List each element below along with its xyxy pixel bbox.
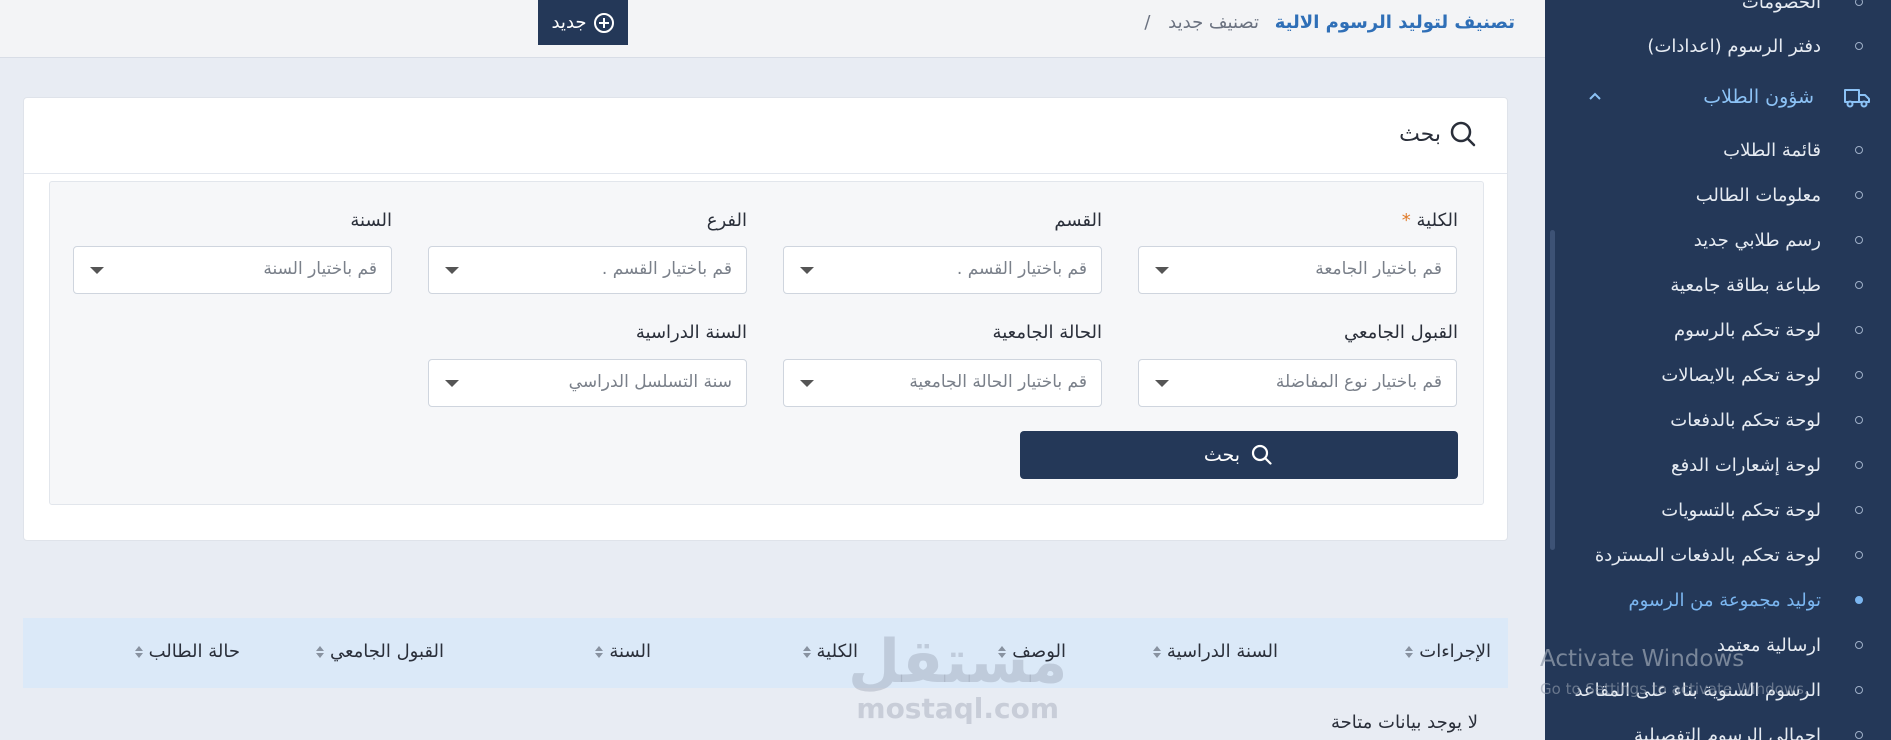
breadcrumb: تصنيف لتوليد الرسوم الالية تصنيف جديد / <box>1144 12 1515 33</box>
sort-icon <box>315 645 324 658</box>
top-bar: تصنيف لتوليد الرسوم الالية تصنيف جديد / … <box>0 0 1545 58</box>
sort-icon <box>802 645 811 658</box>
admission-select[interactable]: قم باختيار نوع المفاضلة <box>1138 359 1457 407</box>
sidebar-item-fees-dashboard[interactable]: لوحة تحكم بالرسوم <box>1545 310 1891 350</box>
search-button[interactable]: بحث <box>1020 431 1458 479</box>
chevron-down-icon <box>1155 380 1169 387</box>
table-header: الإجراءات السنة الدراسية الوصف الكلية ال… <box>23 618 1508 688</box>
sidebar-item-refunds[interactable]: لوحة تحكم بالدفعات المستردة <box>1545 535 1891 575</box>
chevron-down-icon <box>445 380 459 387</box>
sidebar-item-fees-book[interactable]: دفتر الرسوم (اعدادات) <box>1545 26 1891 66</box>
branch-select[interactable]: قم باختيار القسم . <box>428 246 747 294</box>
sidebar: الخصومات دفتر الرسوم (اعدادات) شؤون الطل… <box>1545 0 1891 740</box>
search-button-label: بحث <box>1203 444 1241 466</box>
chevron-down-icon <box>445 267 459 274</box>
sidebar-item-new-fee[interactable]: رسم طلابي جديد <box>1545 220 1891 260</box>
activate-windows-title: Activate Windows <box>1540 646 1745 672</box>
label-branch: الفرع <box>706 210 747 231</box>
chevron-down-icon <box>1155 267 1169 274</box>
breadcrumb-separator: / <box>1144 12 1151 33</box>
sort-icon <box>1152 645 1161 658</box>
sidebar-item-receipts-dashboard[interactable]: لوحة تحكم بالايصالات <box>1545 355 1891 395</box>
chevron-down-icon <box>800 267 814 274</box>
sort-icon <box>1405 645 1414 658</box>
activate-windows-subtitle: Go to Settings to activate Windows. <box>1540 680 1809 698</box>
sidebar-item-students-list[interactable]: قائمة الطلاب <box>1545 130 1891 170</box>
search-title-text: بحث <box>1399 121 1441 147</box>
search-card-header: بحث <box>24 98 1507 174</box>
breadcrumb-current: تصنيف جديد <box>1168 12 1260 33</box>
plus-circle-icon <box>593 12 614 33</box>
sidebar-item-generate-fees[interactable]: توليد مجموعة من الرسوم <box>1545 580 1891 620</box>
label-university-status: الحالة الجامعية <box>992 322 1102 343</box>
chevron-down-icon <box>90 267 104 274</box>
new-button[interactable]: جديد <box>538 0 628 45</box>
column-student-status[interactable]: حالة الطالب <box>134 641 240 662</box>
sidebar-item-payments-dashboard[interactable]: لوحة تحكم بالدفعات <box>1545 400 1891 440</box>
label-year: السنة <box>350 210 392 231</box>
empty-table-message: لا يوجد بيانات متاحة <box>1330 712 1478 733</box>
column-actions[interactable]: الإجراءات <box>1405 641 1491 662</box>
label-academic-year: السنة الدراسية <box>635 322 747 343</box>
truck-icon <box>1844 89 1870 108</box>
sort-icon <box>595 645 604 658</box>
breadcrumb-main[interactable]: تصنيف لتوليد الرسوم الالية <box>1275 12 1515 33</box>
watermark: مستقل mostaql.com <box>848 627 1068 725</box>
academic-year-select[interactable]: سنة التسلسل الدراسي <box>428 359 747 407</box>
label-department: القسم <box>1054 210 1102 231</box>
sidebar-item-detailed-fees-total[interactable]: اجمالي الرسوم التفصيلية <box>1545 715 1891 740</box>
college-select[interactable]: قم باختيار الجامعة <box>1138 246 1457 294</box>
column-admission[interactable]: القبول الجامعي <box>315 641 444 662</box>
sort-icon <box>134 645 143 658</box>
chevron-up-icon <box>1589 92 1601 100</box>
column-academic-year[interactable]: السنة الدراسية <box>1152 641 1278 662</box>
sidebar-group-student-affairs[interactable]: شؤون الطلاب <box>1545 78 1891 120</box>
sidebar-item-student-info[interactable]: معلومات الطالب <box>1545 175 1891 215</box>
sidebar-item-discounts[interactable]: الخصومات <box>1545 0 1891 22</box>
search-icon <box>1252 444 1272 465</box>
sidebar-item-payment-notices[interactable]: لوحة إشعارات الدفع <box>1545 445 1891 485</box>
label-admission: القبول الجامعي <box>1343 322 1458 343</box>
column-year[interactable]: السنة <box>595 641 651 662</box>
new-button-label: جديد <box>551 12 587 33</box>
chevron-down-icon <box>800 380 814 387</box>
university-status-select[interactable]: قم باختيار الحالة الجامعية <box>783 359 1102 407</box>
sidebar-item-settlements[interactable]: لوحة تحكم بالتسويات <box>1545 490 1891 530</box>
label-college: الكلية * <box>1401 210 1458 231</box>
search-icon <box>1450 121 1476 147</box>
sidebar-item-print-card[interactable]: طباعة بطاقة جامعية <box>1545 265 1891 305</box>
year-select[interactable]: قم باختيار السنة <box>73 246 392 294</box>
department-select[interactable]: قم باختيار القسم . <box>783 246 1102 294</box>
search-title: بحث <box>1399 120 1477 148</box>
